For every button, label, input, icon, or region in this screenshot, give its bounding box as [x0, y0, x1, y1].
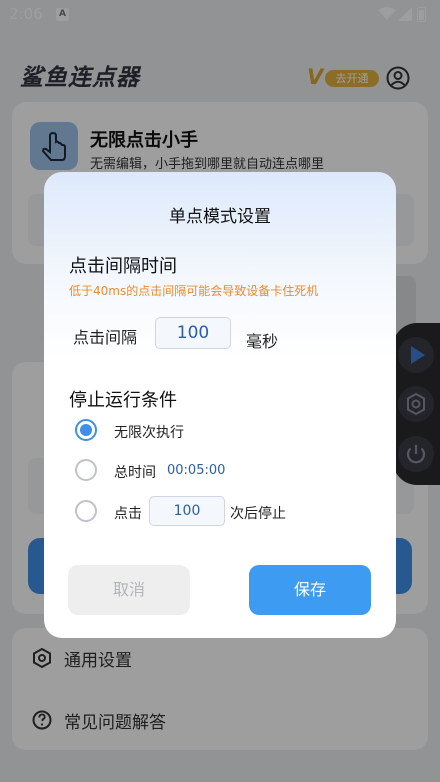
total-time-value[interactable]: 00:05:00 — [167, 463, 225, 478]
interval-label: 点击间隔 — [73, 328, 138, 347]
radio-total-time[interactable] — [75, 459, 97, 481]
option-total-time-label: 总时间 — [114, 465, 156, 481]
option-click-label: 点击 — [114, 506, 142, 522]
click-count-suffix: 次后停止 — [230, 506, 286, 522]
save-button[interactable]: 保存 — [249, 565, 371, 615]
stop-section-title: 停止运行条件 — [69, 390, 177, 411]
dialog-title: 单点模式设置 — [169, 207, 271, 227]
radio-infinite[interactable] — [75, 419, 97, 441]
radio-click-count[interactable] — [75, 500, 97, 522]
click-count-input[interactable]: 100 — [149, 496, 225, 526]
single-mode-settings-dialog: 单点模式设置 点击间隔时间 低于40ms的点击间隔可能会导致设备卡住死机 点击间… — [44, 172, 396, 638]
option-infinite-label: 无限次执行 — [114, 425, 184, 441]
interval-warning: 低于40ms的点击间隔可能会导致设备卡住死机 — [69, 284, 319, 298]
interval-unit: 毫秒 — [246, 332, 279, 351]
interval-input[interactable]: 100 — [155, 317, 231, 349]
interval-section-title: 点击间隔时间 — [69, 256, 177, 277]
cancel-button[interactable]: 取消 — [68, 565, 190, 615]
